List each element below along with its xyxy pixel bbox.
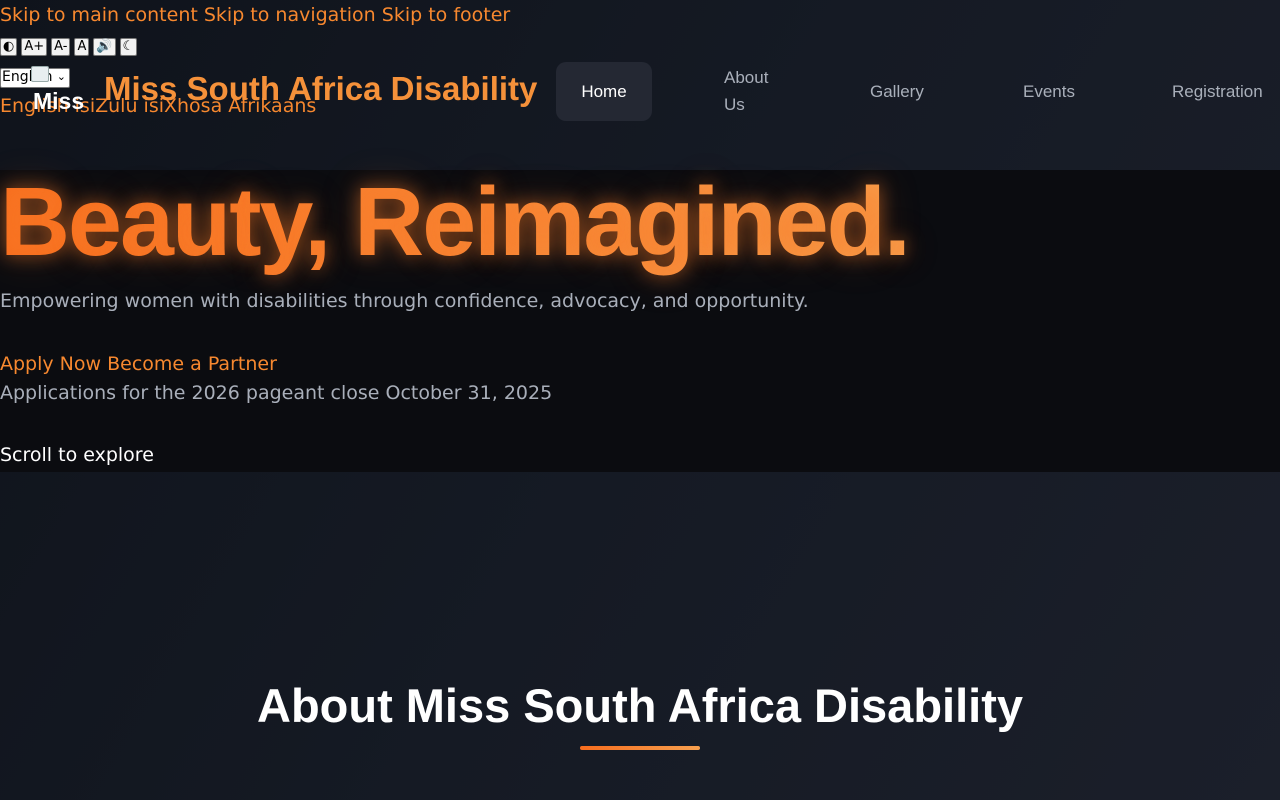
skip-links: Skip to main content Skip to navigation … — [0, 4, 510, 26]
skip-to-navigation-link[interactable]: Skip to navigation — [204, 4, 376, 26]
brand-short[interactable]: Miss — [33, 88, 84, 115]
nav-item-gallery[interactable]: Gallery — [870, 78, 924, 105]
become-partner-button[interactable]: Become a Partner — [107, 353, 277, 375]
title-underline — [580, 746, 700, 750]
increase-font-button[interactable]: A+ — [21, 38, 48, 56]
apply-now-button[interactable]: Apply Now — [0, 353, 101, 375]
nav-item-events[interactable]: Events — [1023, 78, 1075, 105]
nav-item-registration[interactable]: Registration — [1172, 78, 1263, 105]
hero-subtitle: Empowering women with disabilities throu… — [0, 290, 809, 312]
scroll-to-explore[interactable]: Scroll to explore — [0, 444, 154, 466]
brand-title[interactable]: Miss South Africa Disability — [104, 70, 537, 108]
skip-to-footer-link[interactable]: Skip to footer — [382, 4, 510, 26]
chevron-down-icon: ⌄ — [56, 70, 66, 83]
contrast-toggle-button[interactable]: ◐ — [0, 38, 18, 56]
hero-cta-group: Apply Now Become a Partner — [0, 353, 277, 375]
logo-image-icon — [31, 66, 49, 82]
nav-item-home[interactable]: Home — [556, 62, 652, 121]
application-deadline: Applications for the 2026 pageant close … — [0, 382, 553, 404]
nav-item-about-us[interactable]: About Us — [724, 64, 784, 118]
skip-to-main-link[interactable]: Skip to main content — [0, 4, 198, 26]
reset-font-button[interactable]: A — [74, 38, 90, 56]
text-to-speech-button[interactable]: 🔊 — [93, 38, 116, 56]
hero-title: Beauty, Reimagined. — [0, 167, 911, 276]
about-section-title: About Miss South Africa Disability — [257, 679, 1023, 732]
accessibility-toolbar: ◐ A+ A- A 🔊 ☾ — [0, 38, 138, 56]
decrease-font-button[interactable]: A- — [51, 38, 71, 56]
dark-mode-button[interactable]: ☾ — [119, 38, 138, 56]
